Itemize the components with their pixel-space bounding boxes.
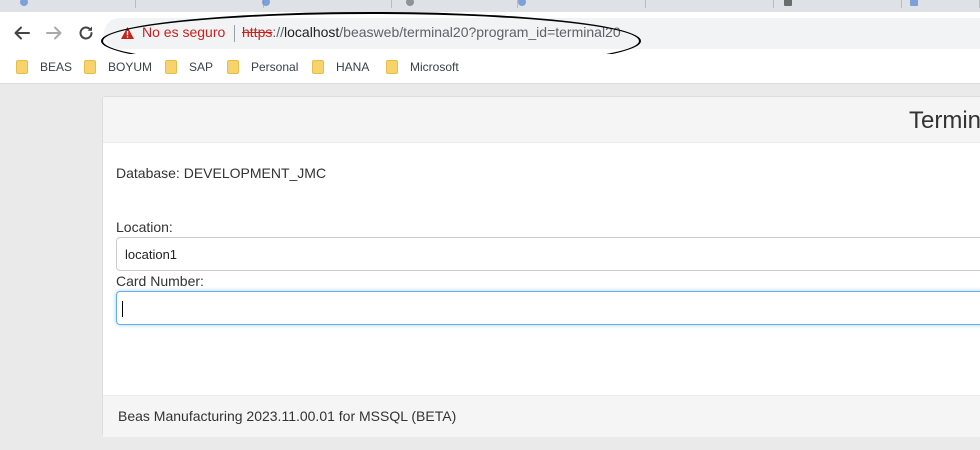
browser-tab[interactable] <box>0 0 136 8</box>
address-bar[interactable]: No es seguro https://localhost/beasweb/t… <box>104 18 980 49</box>
browser-tab[interactable] <box>518 0 646 8</box>
tab-favicon-icon <box>20 0 28 6</box>
location-field[interactable]: location1 <box>116 237 980 271</box>
card-number-label: Card Number: <box>116 273 204 289</box>
panel-footer: Beas Manufacturing 2023.11.00.01 for MSS… <box>103 395 980 437</box>
bookmark-folder[interactable]: SAP <box>165 60 213 74</box>
version-text: Beas Manufacturing 2023.11.00.01 for MSS… <box>118 408 457 424</box>
browser-tab[interactable] <box>902 0 980 8</box>
tab-favicon-icon <box>784 0 792 6</box>
bookmark-folder[interactable]: Microsoft <box>386 60 459 74</box>
tab-favicon-icon <box>910 0 918 6</box>
browser-toolbar: No es seguro https://localhost/beasweb/t… <box>0 12 980 70</box>
card-number-field[interactable] <box>116 291 980 325</box>
folder-icon <box>312 60 324 74</box>
url-scheme: https <box>242 24 273 40</box>
terminal-panel: Termin Database: DEVELOPMENT_JMC Locatio… <box>102 96 980 437</box>
bookmark-folder[interactable]: Personal <box>227 60 298 74</box>
url-text[interactable]: https://localhost/beasweb/terminal20?pro… <box>242 24 621 40</box>
warning-icon <box>121 27 134 39</box>
page-viewport: Termin Database: DEVELOPMENT_JMC Locatio… <box>0 85 980 450</box>
tab-strip <box>0 0 980 12</box>
forward-button[interactable] <box>42 21 66 45</box>
text-cursor <box>122 301 123 317</box>
bookmark-label: Microsoft <box>410 60 459 74</box>
tab-favicon-icon <box>406 0 414 6</box>
browser-tab[interactable] <box>774 0 902 8</box>
browser-tab[interactable] <box>264 0 392 8</box>
database-info: Database: DEVELOPMENT_JMC <box>116 165 327 181</box>
url-path: /beasweb/terminal20?program_id=terminal2… <box>339 24 621 40</box>
reload-button[interactable] <box>74 21 98 45</box>
folder-icon <box>165 60 177 74</box>
bookmark-label: SAP <box>189 60 214 74</box>
bookmark-label: HANA <box>336 60 370 74</box>
bookmark-label: BOYUM <box>108 60 153 74</box>
page-title: Termin <box>909 107 980 134</box>
bookmark-folder[interactable]: BOYUM <box>84 60 152 74</box>
forward-arrow-icon <box>46 26 62 40</box>
browser-tab[interactable] <box>646 0 774 8</box>
tab-favicon-icon <box>518 0 526 6</box>
folder-icon <box>386 60 398 74</box>
back-arrow-icon <box>14 26 30 40</box>
location-label: Location: <box>116 219 173 235</box>
reload-icon <box>79 26 93 40</box>
browser-tab[interactable] <box>136 0 270 8</box>
bookmark-label: Personal <box>251 60 299 74</box>
folder-icon <box>16 60 28 74</box>
url-host: localhost <box>284 24 340 40</box>
address-separator <box>234 25 235 42</box>
panel-header: Termin <box>103 97 980 143</box>
bookmark-label: BEAS <box>40 60 73 74</box>
bookmark-folder[interactable]: HANA <box>312 60 369 74</box>
bookmarks-bar: BEAS BOYUM SAP Personal HANA Microsoft <box>0 54 980 84</box>
location-value: location1 <box>125 247 178 262</box>
back-button[interactable] <box>10 21 34 45</box>
folder-icon <box>227 60 239 74</box>
folder-icon <box>84 60 96 74</box>
security-indicator[interactable]: No es seguro <box>142 24 225 40</box>
url-scheme-separator: :// <box>272 24 285 40</box>
browser-tab[interactable] <box>392 0 518 8</box>
bookmark-folder[interactable]: BEAS <box>16 60 72 74</box>
